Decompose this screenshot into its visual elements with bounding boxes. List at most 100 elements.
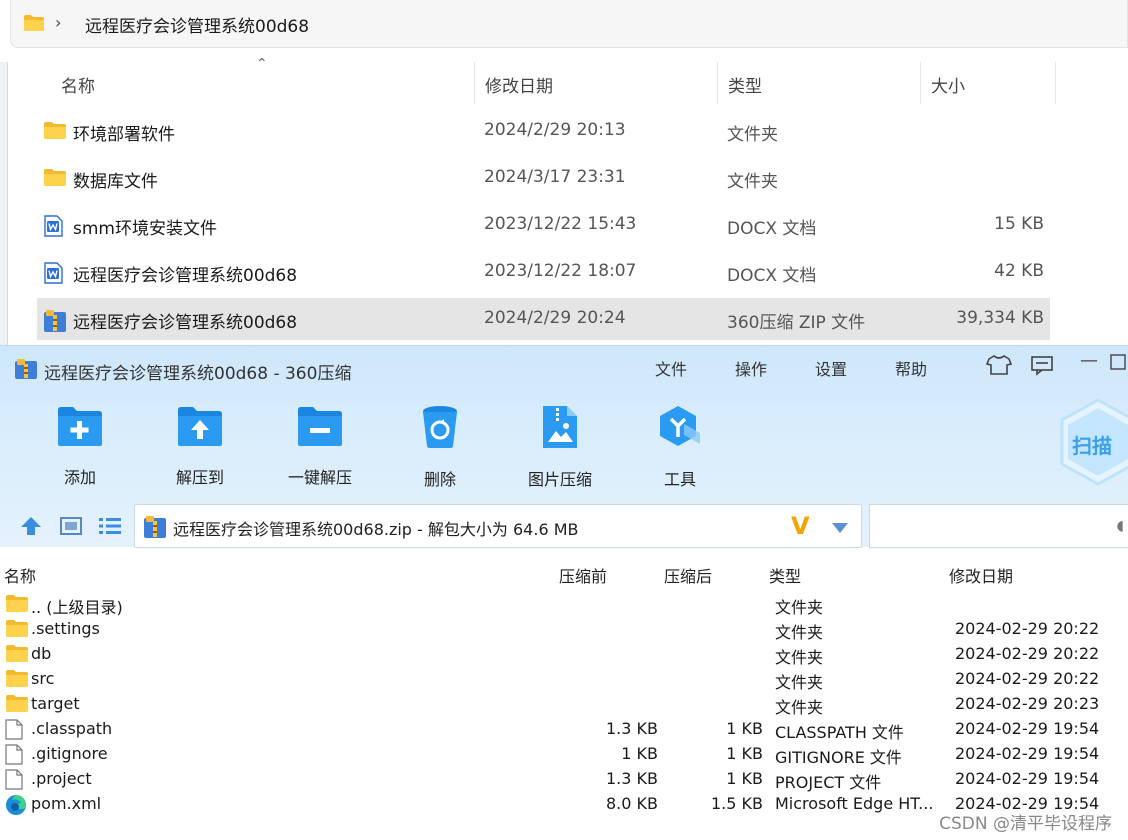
- dropdown-arrow-icon[interactable]: [831, 519, 849, 538]
- entry-name: db: [31, 644, 52, 663]
- archive-search-input[interactable]: ◖: [869, 504, 1128, 548]
- address-bar[interactable]: › 远程医疗会诊管理系统00d68: [10, 0, 1128, 48]
- entry-name: .. (上级目录): [31, 598, 123, 617]
- file-icon: [5, 769, 23, 794]
- entry-size-before: 8.0 KB: [606, 794, 658, 813]
- zip-column-type[interactable]: 类型: [769, 563, 801, 587]
- entry-date: 2024-02-29 20:22: [955, 619, 1100, 638]
- skin-shirt-icon[interactable]: [985, 354, 1013, 381]
- file-date: 2023/12/22 18:07: [484, 261, 637, 281]
- add-icon: [30, 404, 130, 452]
- entry-name: pom.xml: [31, 794, 102, 813]
- file-row[interactable]: smm环境安装文件 2023/12/22 15:43 DOCX 文档 15 KB: [37, 204, 1050, 246]
- file-size: 39,334 KB: [956, 308, 1044, 328]
- v-logo-icon[interactable]: V: [791, 512, 810, 540]
- file-type: 360压缩 ZIP 文件: [727, 313, 866, 333]
- image-compress-button[interactable]: 图片压缩: [510, 404, 610, 490]
- minimize-icon[interactable]: —: [1080, 350, 1098, 371]
- add-label: 添加: [63, 468, 96, 487]
- image-compress-label: 图片压缩: [527, 470, 592, 489]
- column-header-name[interactable]: 名称: [51, 62, 475, 104]
- zip-column-before[interactable]: 压缩前: [559, 563, 607, 587]
- entry-date: 2024-02-29 20:22: [955, 669, 1100, 688]
- entry-size-after: 1 KB: [726, 744, 763, 763]
- zip-column-after[interactable]: 压缩后: [664, 563, 712, 587]
- file-row[interactable]: 环境部署软件 2024/2/29 20:13 文件夹: [37, 110, 1050, 152]
- entry-date: 2024-02-29 20:22: [955, 644, 1100, 663]
- folder-icon: [5, 619, 29, 642]
- list-view-icon[interactable]: [98, 516, 122, 540]
- file-row[interactable]: 远程医疗会诊管理系统00d68 2024/2/29 20:24 360压缩 ZIP …: [37, 298, 1050, 340]
- tools-button[interactable]: 工具: [630, 404, 730, 490]
- archive-row[interactable]: .classpath 1.3 KB 1 KB CLASSPATH 文件 2024-02-…: [0, 717, 1128, 742]
- folder-icon: [23, 14, 45, 36]
- archive-row[interactable]: .. (上级目录) 文件夹: [0, 592, 1128, 617]
- up-arrow-icon[interactable]: [20, 516, 42, 540]
- column-header-type[interactable]: 类型: [718, 62, 921, 104]
- delete-button[interactable]: 删除: [390, 404, 490, 490]
- file-size: 42 KB: [994, 261, 1044, 281]
- tools-label: 工具: [663, 470, 696, 489]
- archive-row[interactable]: src 文件夹 2024-02-29 20:22: [0, 667, 1128, 692]
- file-name: 数据库文件: [73, 172, 158, 192]
- one-click-extract-button[interactable]: 一键解压: [270, 404, 370, 488]
- folder-icon: [43, 168, 67, 191]
- folder-icon: [5, 644, 29, 667]
- folder-icon: [43, 121, 67, 144]
- zip-app-icon: [14, 358, 38, 384]
- entry-date: 2024-02-29 19:54: [955, 719, 1100, 738]
- file-name: 环境部署软件: [73, 125, 175, 145]
- maximize-icon[interactable]: [1110, 354, 1126, 375]
- archive-path-bar[interactable]: 远程医疗会诊管理系统00d68.zip - 解包大小为 64.6 MB V: [134, 504, 862, 548]
- entry-name: .gitignore: [31, 744, 108, 763]
- file-row[interactable]: 数据库文件 2024/3/17 23:31 文件夹: [37, 157, 1050, 199]
- extract-to-icon: [150, 404, 250, 452]
- file-name: 远程医疗会诊管理系统00d68: [73, 266, 298, 286]
- entry-name: .classpath: [31, 719, 113, 738]
- file-type: 文件夹: [727, 172, 778, 192]
- scan-button[interactable]: 扫描: [1058, 398, 1128, 486]
- entry-type: CLASSPATH 文件: [775, 723, 904, 742]
- zip-column-name[interactable]: 名称: [4, 563, 36, 587]
- column-header-date[interactable]: 修改日期: [475, 62, 718, 104]
- entry-date: 2024-02-29 19:54: [955, 744, 1100, 763]
- scan-label: 扫描: [1072, 434, 1112, 458]
- thumbnail-view-icon[interactable]: [60, 516, 82, 540]
- entry-type: 文件夹: [775, 648, 824, 667]
- entry-name: src: [31, 669, 55, 688]
- file-row[interactable]: 远程医疗会诊管理系统00d68 2023/12/22 18:07 DOCX 文档 42…: [37, 251, 1050, 293]
- archive-row[interactable]: target 文件夹 2024-02-29 20:23: [0, 692, 1128, 717]
- file-explorer-window: › 远程医疗会诊管理系统00d68 ⌃ 名称 修改日期 类型 大小 环境部署软件…: [0, 0, 1128, 345]
- edge-icon: [5, 794, 27, 820]
- entry-size-after: 1 KB: [726, 769, 763, 788]
- archive-row[interactable]: .settings 文件夹 2024-02-29 20:22: [0, 617, 1128, 642]
- file-size: 15 KB: [994, 214, 1044, 234]
- extract-to-button[interactable]: 解压到: [150, 404, 250, 488]
- folder-icon: [5, 594, 29, 617]
- file-date: 2024/2/29 20:13: [484, 120, 626, 140]
- watermark: CSDN @清平毕设程序: [939, 814, 1112, 834]
- entry-type: 文件夹: [775, 673, 824, 692]
- add-button[interactable]: 添加: [30, 404, 130, 488]
- entry-type: 文件夹: [775, 698, 824, 717]
- file-icon: [5, 719, 23, 744]
- menu-help[interactable]: 帮助: [895, 356, 927, 380]
- docx-icon: [43, 215, 63, 241]
- zip-column-date[interactable]: 修改日期: [949, 563, 1013, 587]
- file-name: 远程医疗会诊管理系统00d68: [73, 313, 298, 333]
- entry-size-before: 1 KB: [621, 744, 658, 763]
- folder-icon: [5, 694, 29, 717]
- menu-settings[interactable]: 设置: [815, 356, 847, 380]
- archive-row[interactable]: db 文件夹 2024-02-29 20:22: [0, 642, 1128, 667]
- menu-file[interactable]: 文件: [655, 356, 687, 380]
- archive-row[interactable]: .gitignore 1 KB 1 KB GITIGNORE 文件 2024-02-29…: [0, 742, 1128, 767]
- breadcrumb[interactable]: 远程医疗会诊管理系统00d68: [85, 12, 309, 37]
- entry-size-after: 1 KB: [726, 719, 763, 738]
- archive-row[interactable]: .project 1.3 KB 1 KB PROJECT 文件 2024-02-29 1…: [0, 767, 1128, 792]
- zip-toolbar-area: 远程医疗会诊管理系统00d68 - 360压缩 文件 操作 设置 帮助 — 添加…: [0, 345, 1128, 548]
- column-header-size[interactable]: 大小: [921, 62, 1056, 104]
- file-date: 2024/3/17 23:31: [484, 167, 626, 187]
- file-type: DOCX 文档: [727, 266, 817, 286]
- menu-operation[interactable]: 操作: [735, 356, 767, 380]
- feedback-message-icon[interactable]: [1030, 354, 1054, 381]
